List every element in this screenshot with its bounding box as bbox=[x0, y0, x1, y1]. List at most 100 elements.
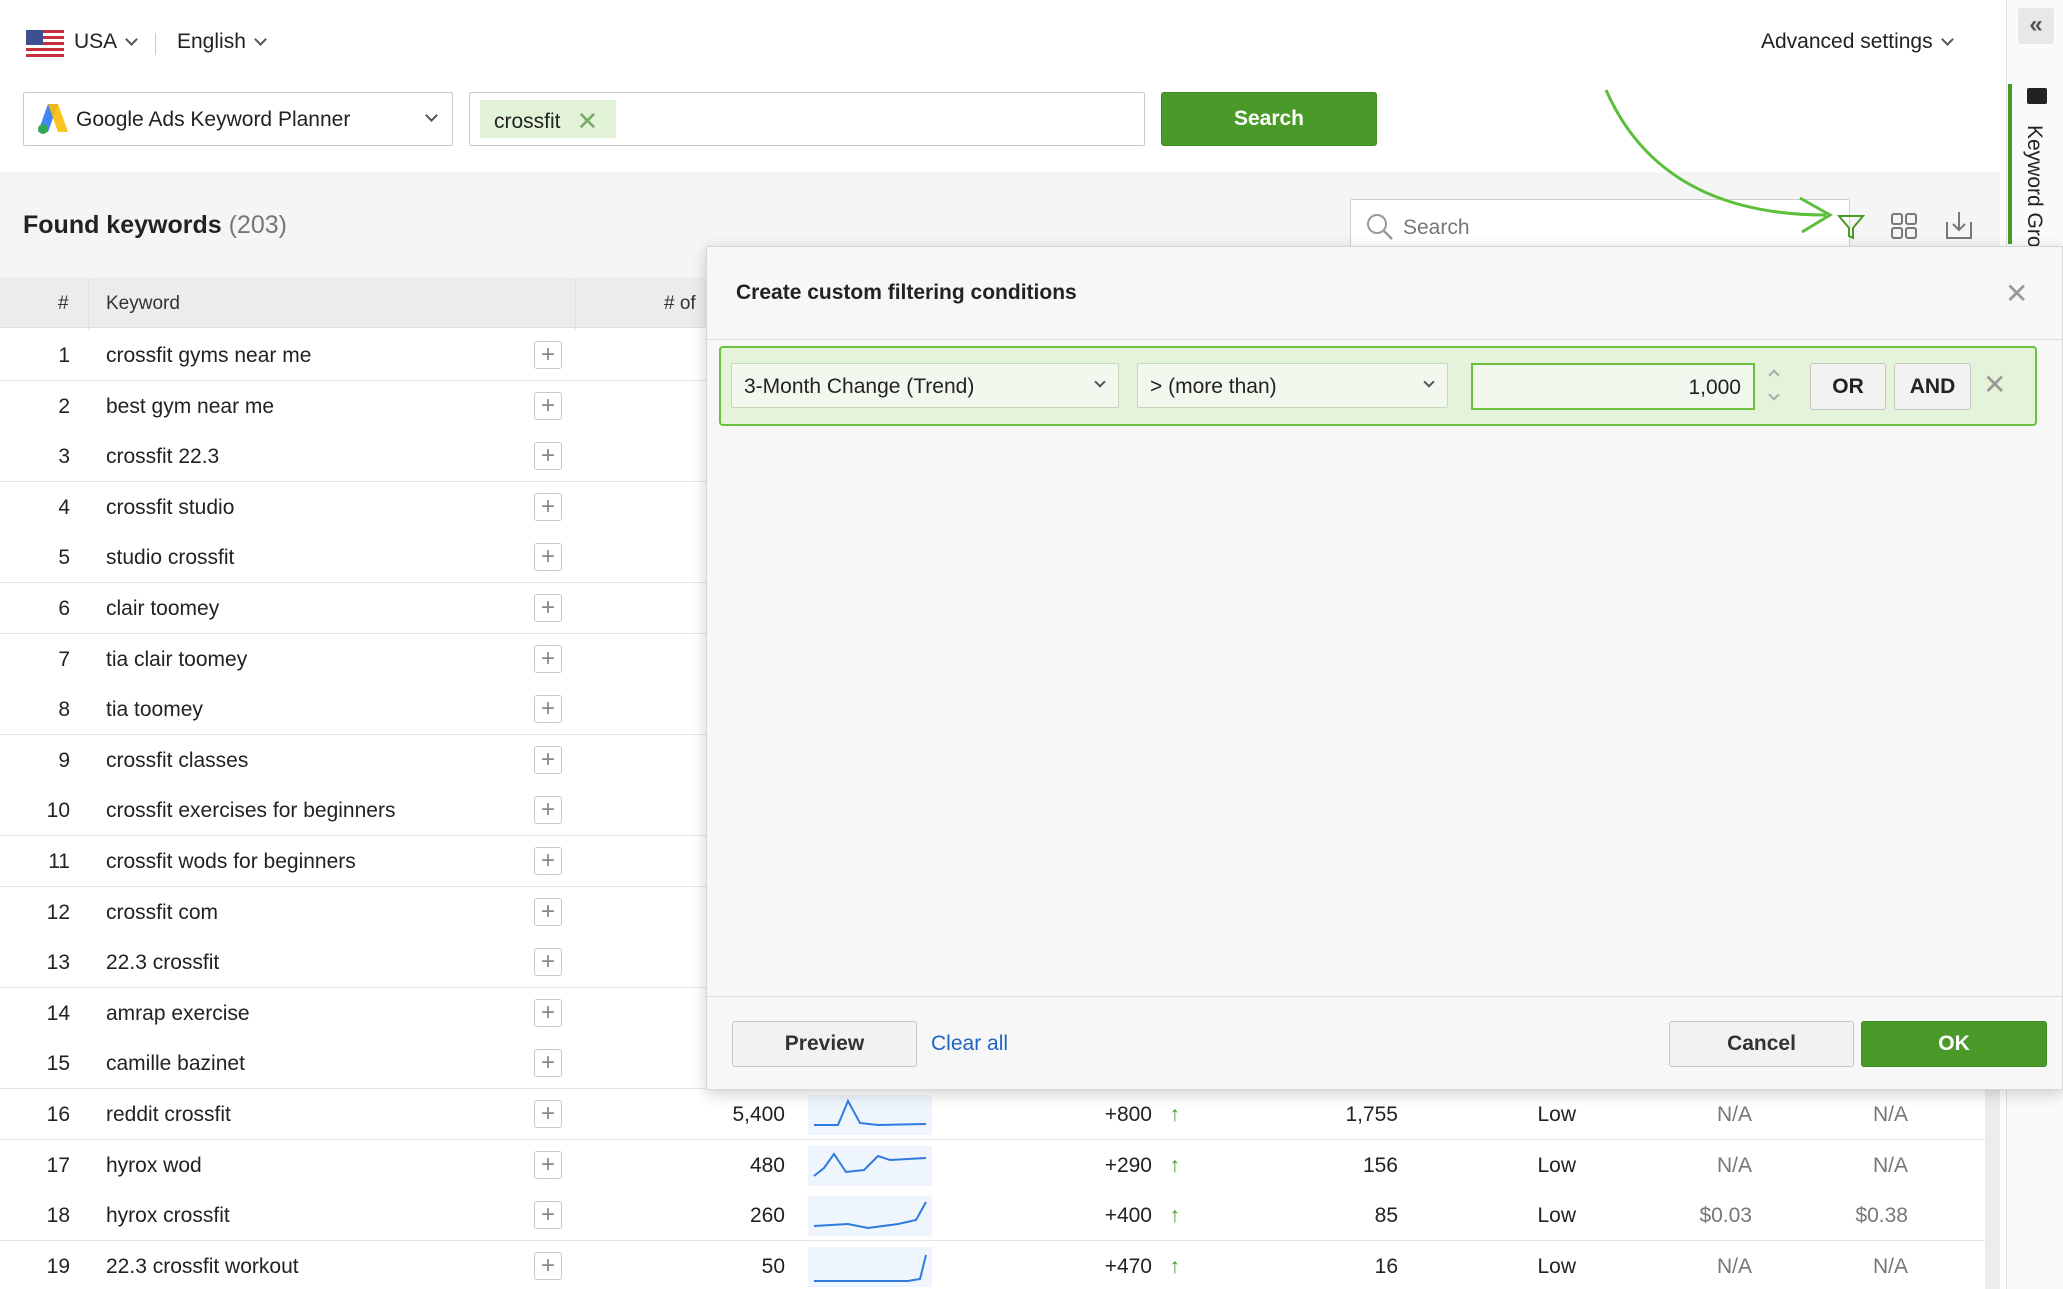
clear-all-link[interactable]: Clear all bbox=[931, 1032, 1008, 1056]
trend-up-icon: ↑ bbox=[1169, 1153, 1181, 1177]
language-selector[interactable]: English bbox=[177, 30, 267, 54]
add-keyword-icon[interactable]: + bbox=[534, 1150, 562, 1179]
cancel-button[interactable]: Cancel bbox=[1669, 1021, 1854, 1067]
table-row[interactable]: 18 hyrox crossfit +260 +400 ↑ 85 Low $0.03 $0.38 bbox=[0, 1190, 1985, 1242]
keyword-cell: 22.3 crossfit bbox=[106, 951, 220, 975]
query-tag-label: crossfit bbox=[494, 110, 561, 133]
keyword-cell: amrap exercise bbox=[106, 1001, 250, 1025]
add-keyword-icon[interactable]: + bbox=[534, 492, 562, 521]
top-bar: USA English Advanced settings bbox=[0, 0, 2000, 88]
bid-low-cell: N/A bbox=[1716, 1153, 1752, 1177]
add-keyword-icon[interactable]: + bbox=[534, 847, 562, 875]
remove-condition-icon[interactable]: ✕ bbox=[1983, 368, 2006, 401]
query-tag[interactable]: crossfit ✕ bbox=[480, 100, 617, 138]
row-number: 19 bbox=[46, 1254, 70, 1278]
competition-cell: Low bbox=[1537, 1254, 1576, 1278]
change-cell: +800 bbox=[1104, 1103, 1152, 1126]
bid-high-cell: N/A bbox=[1872, 1254, 1908, 1278]
row-number: 2 bbox=[58, 394, 70, 418]
country-selector[interactable]: USA bbox=[74, 30, 139, 54]
change-cell: +470 bbox=[1104, 1254, 1152, 1278]
row-number: 17 bbox=[46, 1153, 70, 1177]
add-keyword-icon[interactable]: + bbox=[534, 442, 562, 471]
col-header-num[interactable]: # bbox=[58, 293, 69, 315]
stepper-up-icon[interactable] bbox=[1768, 369, 1780, 381]
table-row[interactable]: 17 hyrox wod +480 +290 ↑ 156 Low N/A N/A bbox=[0, 1139, 1985, 1191]
row-number: 15 bbox=[46, 1052, 70, 1076]
searches-cell: 50 bbox=[761, 1254, 785, 1278]
row-number: 4 bbox=[58, 495, 70, 519]
table-row[interactable]: 19 22.3 crossfit workout +50 +470 ↑ 16 Low N/A N… bbox=[0, 1240, 1985, 1289]
col-header-keyword[interactable]: Keyword bbox=[106, 293, 180, 315]
row-number: 5 bbox=[58, 546, 70, 570]
clicks-cell: 16 bbox=[1374, 1254, 1398, 1278]
keyword-cell: hyrox wod bbox=[106, 1153, 202, 1177]
grid-view-icon[interactable] bbox=[1886, 208, 1922, 244]
add-keyword-icon[interactable]: + bbox=[534, 1100, 562, 1128]
col-header-searches[interactable]: # of bbox=[664, 293, 696, 315]
condition-value: 1,000 bbox=[1688, 376, 1741, 399]
clicks-cell: 1,755 bbox=[1345, 1103, 1398, 1126]
keyword-cell: clair toomey bbox=[106, 597, 220, 620]
chevron-down-icon bbox=[254, 33, 267, 46]
add-keyword-icon[interactable]: + bbox=[534, 341, 562, 369]
search-button[interactable]: Search bbox=[1161, 92, 1377, 146]
keyword-cell: crossfit classes bbox=[106, 748, 249, 772]
row-number: 3 bbox=[58, 445, 70, 469]
searches-cell: 260 bbox=[749, 1204, 785, 1228]
add-keyword-icon[interactable]: + bbox=[534, 391, 562, 420]
add-keyword-icon[interactable]: + bbox=[534, 695, 562, 724]
query-input[interactable]: crossfit ✕ bbox=[469, 92, 1145, 146]
add-keyword-icon[interactable]: + bbox=[534, 644, 562, 673]
competition-cell: Low bbox=[1537, 1204, 1576, 1228]
add-keyword-icon[interactable]: + bbox=[534, 1201, 562, 1230]
preview-button[interactable]: Preview bbox=[732, 1021, 917, 1067]
table-row[interactable]: 16 reddit crossfit +5,400 +800 ↑ 1,755 Low N/A N… bbox=[0, 1089, 1985, 1140]
condition-operator-select[interactable]: > (more than) bbox=[1137, 363, 1448, 408]
trend-sparkline bbox=[808, 1196, 932, 1237]
search-placeholder: Search bbox=[1403, 216, 1470, 239]
add-keyword-icon[interactable]: + bbox=[534, 1049, 562, 1078]
add-keyword-icon[interactable]: + bbox=[534, 948, 562, 977]
source-select[interactable]: Google Ads Keyword Planner bbox=[23, 92, 453, 146]
remove-tag-icon[interactable]: ✕ bbox=[577, 106, 599, 136]
add-keyword-icon[interactable]: + bbox=[534, 1251, 562, 1280]
add-keyword-icon[interactable]: + bbox=[534, 796, 562, 825]
bid-low-cell: N/A bbox=[1716, 1254, 1752, 1278]
condition-value-input[interactable]: 1,000 bbox=[1471, 363, 1755, 410]
keyword-cell: crossfit exercises for beginners bbox=[106, 799, 396, 823]
row-number: 6 bbox=[58, 597, 70, 620]
trend-up-icon: ↑ bbox=[1169, 1103, 1181, 1126]
trend-sparkline bbox=[808, 1145, 932, 1186]
row-number: 7 bbox=[58, 647, 70, 671]
condition-field-select[interactable]: 3-Month Change (Trend) bbox=[731, 363, 1119, 408]
ok-button[interactable]: OK bbox=[1861, 1021, 2047, 1067]
close-icon[interactable]: ✕ bbox=[2005, 277, 2028, 310]
add-keyword-icon[interactable]: + bbox=[534, 594, 562, 622]
row-number: 18 bbox=[46, 1204, 70, 1228]
value-stepper[interactable] bbox=[1763, 363, 1785, 409]
bid-low-cell: N/A bbox=[1716, 1103, 1752, 1126]
add-keyword-icon[interactable]: + bbox=[534, 543, 562, 572]
row-number: 14 bbox=[46, 1001, 70, 1025]
add-keyword-icon[interactable]: + bbox=[534, 745, 562, 774]
and-button[interactable]: AND bbox=[1894, 363, 1971, 410]
row-number: 16 bbox=[46, 1103, 70, 1126]
keyword-cell: crossfit gyms near me bbox=[106, 344, 312, 367]
trend-up-icon: ↑ bbox=[1169, 1254, 1181, 1278]
keyword-groups-tab[interactable]: Keyword Gro bbox=[2022, 125, 2046, 248]
add-keyword-icon[interactable]: + bbox=[534, 897, 562, 926]
row-number: 9 bbox=[58, 748, 70, 772]
export-icon[interactable] bbox=[1941, 208, 1977, 244]
or-button[interactable]: OR bbox=[1810, 363, 1886, 410]
add-keyword-icon[interactable]: + bbox=[534, 998, 562, 1027]
google-ads-icon bbox=[38, 104, 68, 134]
us-flag-icon bbox=[26, 30, 64, 57]
keyword-cell: studio crossfit bbox=[106, 546, 235, 570]
advanced-settings-label: Advanced settings bbox=[1761, 30, 1933, 53]
collapse-panel-button[interactable]: « bbox=[2018, 8, 2054, 44]
advanced-settings-dropdown[interactable]: Advanced settings bbox=[1761, 30, 1954, 54]
chevron-down-icon bbox=[125, 33, 139, 46]
stepper-down-icon[interactable] bbox=[1768, 389, 1780, 401]
filter-conditions-dialog: Create custom filtering conditions ✕ 3-M… bbox=[706, 246, 2063, 1090]
